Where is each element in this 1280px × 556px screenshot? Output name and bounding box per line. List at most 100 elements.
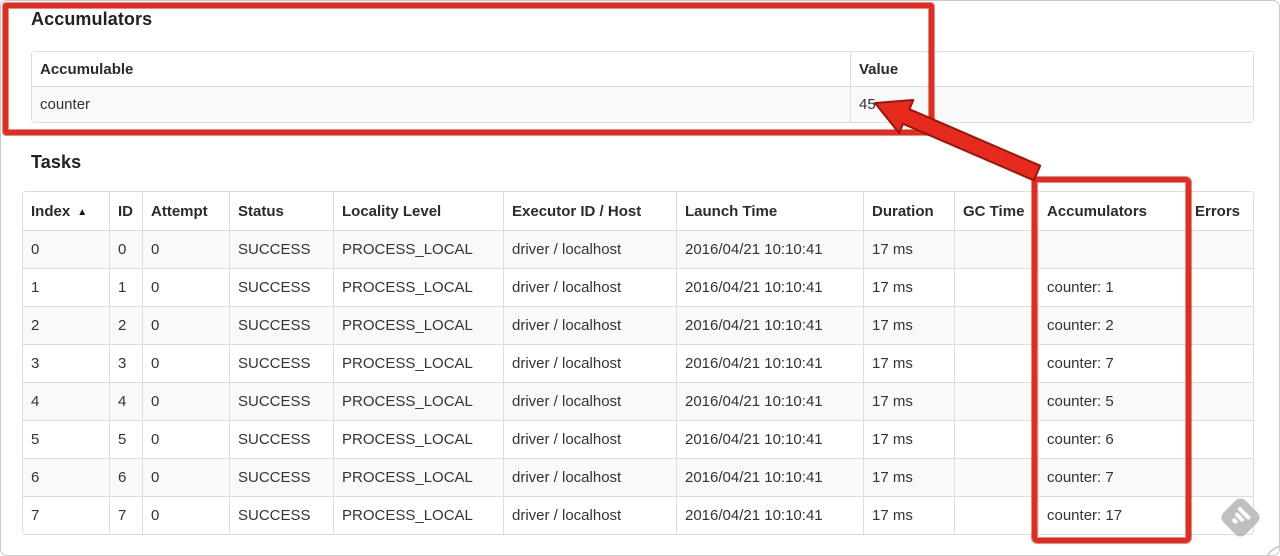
cell-status: SUCCESS — [229, 382, 333, 420]
cell-index: 2 — [23, 306, 109, 344]
cell-duration: 17 ms — [863, 496, 954, 534]
cell-errors — [1186, 344, 1253, 382]
tasks-section-title: Tasks — [31, 152, 82, 172]
tasks-table: Index ▲ ID Attempt Status Locality Level … — [22, 191, 1254, 535]
cell-errors — [1186, 420, 1253, 458]
cell-executor-id-host: driver / localhost — [503, 268, 676, 306]
cell-errors — [1186, 268, 1253, 306]
task-row: 5 5 0 SUCCESS PROCESS_LOCAL driver / loc… — [23, 420, 1253, 458]
cell-attempt: 0 — [142, 344, 229, 382]
cell-accumulators: counter: 17 — [1038, 496, 1186, 534]
attempt-column-header[interactable]: Attempt — [142, 192, 229, 230]
task-row: 7 7 0 SUCCESS PROCESS_LOCAL driver / loc… — [23, 496, 1253, 534]
cell-launch-time: 2016/04/21 10:10:41 — [676, 306, 863, 344]
cell-index: 3 — [23, 344, 109, 382]
cell-attempt: 0 — [142, 382, 229, 420]
index-column-header[interactable]: Index ▲ — [23, 192, 109, 230]
cell-duration: 17 ms — [863, 458, 954, 496]
cell-gc-time — [954, 344, 1038, 382]
cell-attempt: 0 — [142, 230, 229, 268]
spark-stage-page: Accumulators Accumulable Value counter 4… — [0, 0, 1280, 556]
executor-id-host-column-header[interactable]: Executor ID / Host — [503, 192, 676, 230]
task-row: 6 6 0 SUCCESS PROCESS_LOCAL driver / loc… — [23, 458, 1253, 496]
sort-ascending-icon[interactable]: ▲ — [77, 207, 87, 218]
task-row: 2 2 0 SUCCESS PROCESS_LOCAL driver / loc… — [23, 306, 1253, 344]
cell-executor-id-host: driver / localhost — [503, 458, 676, 496]
value-column-header[interactable]: Value — [850, 52, 1253, 86]
cell-id: 1 — [109, 268, 142, 306]
cell-accumulable-value: 45 — [850, 86, 1253, 122]
cell-gc-time — [954, 230, 1038, 268]
cell-gc-time — [954, 382, 1038, 420]
cell-executor-id-host: driver / localhost — [503, 496, 676, 534]
cell-accumulators — [1038, 230, 1186, 268]
cell-id: 3 — [109, 344, 142, 382]
status-column-header[interactable]: Status — [229, 192, 333, 230]
accumulators-column-header[interactable]: Accumulators — [1038, 192, 1186, 230]
cell-accumulators: counter: 6 — [1038, 420, 1186, 458]
cell-attempt: 0 — [142, 496, 229, 534]
cell-duration: 17 ms — [863, 268, 954, 306]
cell-launch-time: 2016/04/21 10:10:41 — [676, 420, 863, 458]
task-row: 3 3 0 SUCCESS PROCESS_LOCAL driver / loc… — [23, 344, 1253, 382]
cell-id: 0 — [109, 230, 142, 268]
id-column-header[interactable]: ID — [109, 192, 142, 230]
cell-locality-level: PROCESS_LOCAL — [333, 382, 503, 420]
cell-index: 1 — [23, 268, 109, 306]
cell-duration: 17 ms — [863, 306, 954, 344]
locality-level-column-header[interactable]: Locality Level — [333, 192, 503, 230]
cell-index: 5 — [23, 420, 109, 458]
cell-locality-level: PROCESS_LOCAL — [333, 344, 503, 382]
accumulators-header-row: Accumulable Value — [32, 52, 1253, 86]
accumulators-section-title: Accumulators — [31, 9, 153, 29]
task-row: 0 0 0 SUCCESS PROCESS_LOCAL driver / loc… — [23, 230, 1253, 268]
cell-status: SUCCESS — [229, 458, 333, 496]
cell-locality-level: PROCESS_LOCAL — [333, 458, 503, 496]
cell-id: 5 — [109, 420, 142, 458]
tasks-header-row: Index ▲ ID Attempt Status Locality Level … — [23, 192, 1253, 230]
duration-column-header[interactable]: Duration — [863, 192, 954, 230]
cell-duration: 17 ms — [863, 230, 954, 268]
cell-locality-level: PROCESS_LOCAL — [333, 230, 503, 268]
launch-time-column-header[interactable]: Launch Time — [676, 192, 863, 230]
cell-attempt: 0 — [142, 420, 229, 458]
cell-id: 7 — [109, 496, 142, 534]
cell-locality-level: PROCESS_LOCAL — [333, 268, 503, 306]
cell-errors — [1186, 230, 1253, 268]
cell-accumulators: counter: 7 — [1038, 458, 1186, 496]
errors-column-header[interactable]: Errors — [1186, 192, 1253, 230]
cell-locality-level: PROCESS_LOCAL — [333, 496, 503, 534]
cell-status: SUCCESS — [229, 268, 333, 306]
corner-arc-decoration — [1264, 545, 1279, 555]
cell-accumulators: counter: 2 — [1038, 306, 1186, 344]
cell-executor-id-host: driver / localhost — [503, 420, 676, 458]
cell-launch-time: 2016/04/21 10:10:41 — [676, 344, 863, 382]
cell-gc-time — [954, 458, 1038, 496]
cell-executor-id-host: driver / localhost — [503, 306, 676, 344]
cell-id: 2 — [109, 306, 142, 344]
cell-executor-id-host: driver / localhost — [503, 382, 676, 420]
cell-id: 6 — [109, 458, 142, 496]
cell-executor-id-host: driver / localhost — [503, 344, 676, 382]
cell-id: 4 — [109, 382, 142, 420]
cell-gc-time — [954, 268, 1038, 306]
cell-accumulators: counter: 7 — [1038, 344, 1186, 382]
cell-status: SUCCESS — [229, 230, 333, 268]
cell-launch-time: 2016/04/21 10:10:41 — [676, 458, 863, 496]
cell-duration: 17 ms — [863, 420, 954, 458]
cell-launch-time: 2016/04/21 10:10:41 — [676, 268, 863, 306]
cell-gc-time — [954, 420, 1038, 458]
cell-status: SUCCESS — [229, 496, 333, 534]
cell-locality-level: PROCESS_LOCAL — [333, 306, 503, 344]
cell-attempt: 0 — [142, 306, 229, 344]
gc-time-column-header[interactable]: GC Time — [954, 192, 1038, 230]
accumulable-column-header[interactable]: Accumulable — [32, 52, 850, 86]
accumulator-row: counter 45 — [32, 86, 1253, 122]
cell-attempt: 0 — [142, 458, 229, 496]
task-row: 4 4 0 SUCCESS PROCESS_LOCAL driver / loc… — [23, 382, 1253, 420]
cell-errors — [1186, 458, 1253, 496]
cell-errors — [1186, 382, 1253, 420]
cell-status: SUCCESS — [229, 344, 333, 382]
cell-errors — [1186, 306, 1253, 344]
cell-launch-time: 2016/04/21 10:10:41 — [676, 382, 863, 420]
